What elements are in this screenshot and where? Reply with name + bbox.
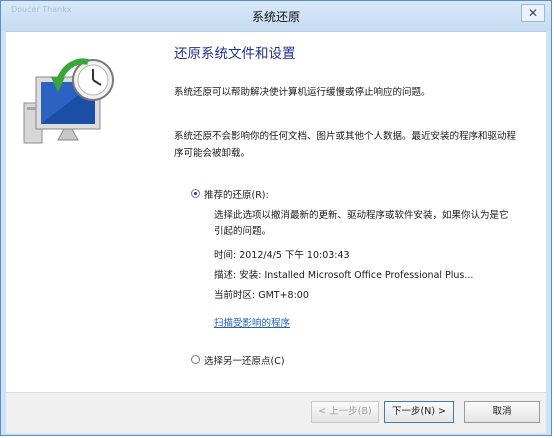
system-restore-window: Doucer Thankx 系统还原 ✕ 还原系统文件和设置 系统还原可以帮助解…: [0, 0, 552, 436]
back-button[interactable]: < 上一步(B): [311, 401, 379, 423]
choose-other-restore-point-label[interactable]: 选择另一还原点(C): [204, 353, 285, 367]
recommended-description: 选择此选项以撤消最新的更新、驱动程序或软件安装，如果你认为是它引起的问题。: [214, 210, 509, 237]
cancel-button[interactable]: 取消: [464, 401, 540, 423]
restore-time: 时间: 2012/4/5 下午 10:03:43: [214, 250, 350, 261]
close-icon: ✕: [527, 6, 539, 20]
intro-text: 系统还原可以帮助解决使计算机运行缓慢或停止响应的问题。: [174, 87, 431, 98]
scan-affected-programs-link[interactable]: 扫描受影响的程序: [214, 315, 290, 329]
recommended-restore-radio[interactable]: [191, 189, 200, 198]
content-pane: 还原系统文件和设置 系统还原可以帮助解决使计算机运行缓慢或停止响应的问题。 系统…: [6, 31, 546, 393]
recommended-restore-label[interactable]: 推荐的还原(R):: [204, 187, 269, 201]
note-text: 系统还原不会影响你的任何文档、图片或其他个人数据。最近安装的程序和驱动程序可能会…: [174, 131, 517, 159]
window-title: 系统还原: [251, 10, 300, 24]
choose-other-restore-point-radio[interactable]: [191, 355, 200, 364]
next-button[interactable]: 下一步(N) >: [384, 401, 454, 423]
button-bar: < 上一步(B) 下一步(N) > 取消: [6, 392, 546, 433]
close-button[interactable]: ✕: [521, 4, 545, 22]
title-bar[interactable]: Doucer Thankx 系统还原 ✕: [1, 1, 551, 31]
restore-description: 描述: 安装: Installed Microsoft Office Profe…: [214, 270, 474, 281]
current-timezone: 当前时区: GMT+8:00: [214, 290, 309, 301]
system-restore-icon: [23, 58, 114, 144]
page-heading: 还原系统文件和设置: [174, 46, 296, 62]
